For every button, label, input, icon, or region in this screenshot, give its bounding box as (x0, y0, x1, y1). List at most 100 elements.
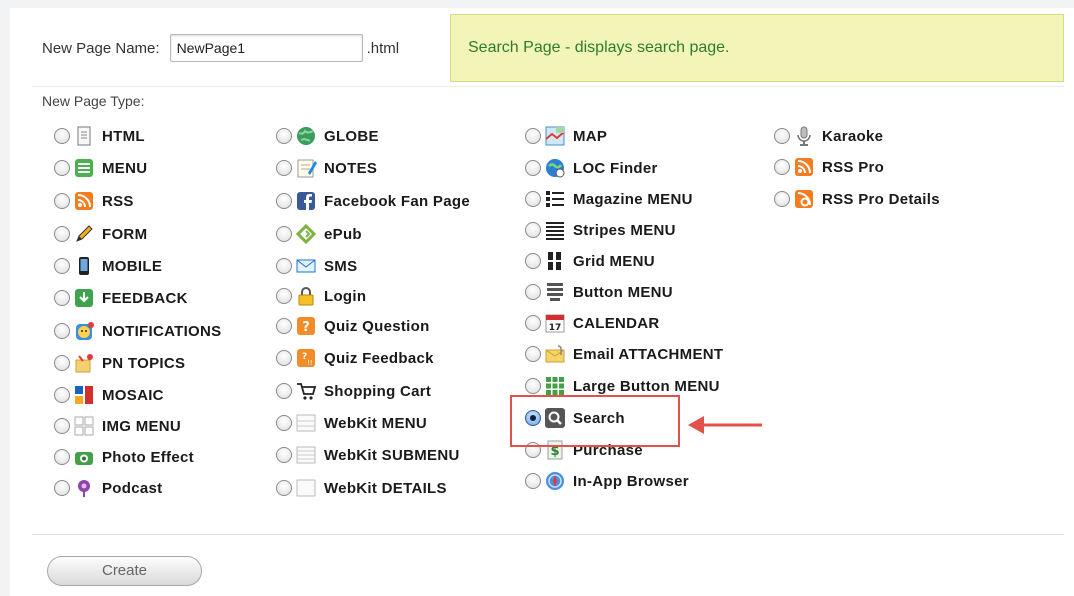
page-type-option-form[interactable]: FORM (54, 221, 147, 247)
page-type-radio[interactable] (276, 318, 292, 334)
page-type-option-feedback[interactable]: FEEDBACK (54, 285, 188, 311)
page-type-radio[interactable] (774, 128, 790, 144)
page-type-radio[interactable] (276, 447, 292, 463)
page-type-option-rss[interactable]: RSS (54, 188, 134, 214)
epub-icon (295, 223, 317, 245)
page-type-radio[interactable] (525, 315, 541, 331)
page-type-label: NOTIFICATIONS (102, 322, 222, 340)
page-type-option-email-attachment[interactable]: Email ATTACHMENT (525, 341, 723, 367)
page-type-option-rss-pro[interactable]: RSS Pro (774, 154, 884, 180)
grid-icon (544, 250, 566, 272)
page-type-option-map[interactable]: MAP (525, 123, 607, 149)
pencil-icon (73, 223, 95, 245)
page-type-radio[interactable] (276, 383, 292, 399)
page-type-label: Magazine MENU (573, 190, 693, 208)
page-type-option-shopping-cart[interactable]: Shopping Cart (276, 378, 431, 404)
page-type-label: Photo Effect (102, 448, 194, 466)
page-type-option-stripes-menu[interactable]: Stripes MENU (525, 217, 676, 243)
page-type-radio[interactable] (774, 191, 790, 207)
page-type-option-pn-topics[interactable]: PN TOPICS (54, 350, 185, 376)
page-type-radio[interactable] (276, 480, 292, 496)
page-type-radio[interactable] (276, 226, 292, 242)
page-type-radio[interactable] (54, 418, 70, 434)
page-type-radio[interactable] (525, 253, 541, 269)
page-type-radio[interactable] (525, 222, 541, 238)
page-type-option-sms[interactable]: SMS (276, 253, 357, 279)
page-type-option-notifications[interactable]: NOTIFICATIONS (54, 318, 221, 344)
page-type-option-notes[interactable]: NOTES (276, 155, 377, 181)
page-type-radio[interactable] (54, 290, 70, 306)
page-type-radio[interactable] (525, 284, 541, 300)
page-type-radio[interactable] (54, 480, 70, 496)
lock-icon (295, 285, 317, 307)
webkit-submenu-icon (295, 444, 317, 466)
page-type-radio[interactable] (54, 193, 70, 209)
page-type-label: FORM (102, 225, 148, 243)
page-type-radio[interactable] (54, 226, 70, 242)
page-type-radio[interactable] (54, 128, 70, 144)
page-type-radio[interactable] (54, 355, 70, 371)
page-type-option-button-menu[interactable]: Button MENU (525, 279, 673, 305)
page-type-radio[interactable] (525, 128, 541, 144)
svg-text:17: 17 (549, 323, 562, 333)
page-type-option-magazine-menu[interactable]: Magazine MENU (525, 186, 693, 212)
page-type-label: RSS (102, 192, 134, 210)
create-button[interactable]: Create (47, 556, 202, 586)
page-type-label: FEEDBACK (102, 289, 188, 307)
calendar-icon: 17 (544, 312, 566, 334)
page-type-option-loc-finder[interactable]: LOC Finder (525, 155, 658, 181)
page-type-option-facebook-fan-page[interactable]: Facebook Fan Page (276, 188, 470, 214)
page-type-radio[interactable] (525, 473, 541, 489)
page-name-input[interactable] (169, 34, 363, 62)
page-type-radio[interactable] (525, 191, 541, 207)
page-type-option-in-app-browser[interactable]: In-App Browser (525, 468, 689, 494)
page-type-radio[interactable] (525, 346, 541, 362)
camera-icon (73, 446, 95, 468)
page-type-radio[interactable] (54, 323, 70, 339)
page-type-option-grid-menu[interactable]: Grid MENU (525, 248, 655, 274)
menu-icon (73, 157, 95, 179)
page-type-radio[interactable] (525, 160, 541, 176)
download-arrow-icon (73, 287, 95, 309)
page-type-option-webkit-submenu[interactable]: WebKit SUBMENU (276, 442, 460, 468)
page-type-option-mosaic[interactable]: MOSAIC (54, 382, 164, 408)
page-type-option-quiz-question[interactable]: ? Quiz Question (276, 313, 430, 339)
page-type-option-globe[interactable]: GLOBE (276, 123, 379, 149)
page-type-option-webkit-details[interactable]: WebKit DETAILS (276, 475, 447, 501)
page-type-radio[interactable] (276, 288, 292, 304)
page-type-label: Karaoke (822, 127, 884, 145)
page-type-radio[interactable] (54, 258, 70, 274)
page-type-option-calendar[interactable]: 17 CALENDAR (525, 310, 660, 336)
page-type-label: CALENDAR (573, 314, 660, 332)
page-type-label: Facebook Fan Page (324, 192, 470, 210)
page-type-option-login[interactable]: Login (276, 283, 366, 309)
page-type-option-menu[interactable]: MENU (54, 155, 147, 181)
page-type-radio[interactable] (54, 387, 70, 403)
page-type-option-img-menu[interactable]: IMG MENU (54, 413, 181, 439)
page-type-radio[interactable] (276, 128, 292, 144)
page-type-option-rss-pro-details[interactable]: RSS Pro Details (774, 186, 940, 212)
page-type-option-html[interactable]: HTML (54, 123, 145, 149)
page-type-option-karaoke[interactable]: Karaoke (774, 123, 883, 149)
page-type-radio[interactable] (276, 350, 292, 366)
microphone-icon (793, 125, 815, 147)
page-type-radio[interactable] (54, 449, 70, 465)
quiz-question-icon: ? (295, 315, 317, 337)
page-type-radio[interactable] (276, 193, 292, 209)
page-type-radio[interactable] (54, 160, 70, 176)
divider (32, 534, 1064, 535)
button-menu-icon (544, 281, 566, 303)
page-type-radio[interactable] (774, 159, 790, 175)
page-type-radio[interactable] (276, 415, 292, 431)
page-type-option-mobile[interactable]: MOBILE (54, 253, 162, 279)
page-type-radio[interactable] (525, 378, 541, 394)
page-type-option-epub[interactable]: ePub (276, 221, 362, 247)
page-type-label: Grid MENU (573, 252, 655, 270)
page-type-option-podcast[interactable]: Podcast (54, 475, 162, 501)
page-type-radio[interactable] (276, 258, 292, 274)
page-type-label: SMS (324, 257, 358, 275)
page-type-option-quiz-feedback[interactable]: ?!! Quiz Feedback (276, 345, 434, 371)
page-type-option-webkit-menu[interactable]: WebKit MENU (276, 410, 427, 436)
page-type-option-photo-effect[interactable]: Photo Effect (54, 444, 194, 470)
page-type-radio[interactable] (276, 160, 292, 176)
